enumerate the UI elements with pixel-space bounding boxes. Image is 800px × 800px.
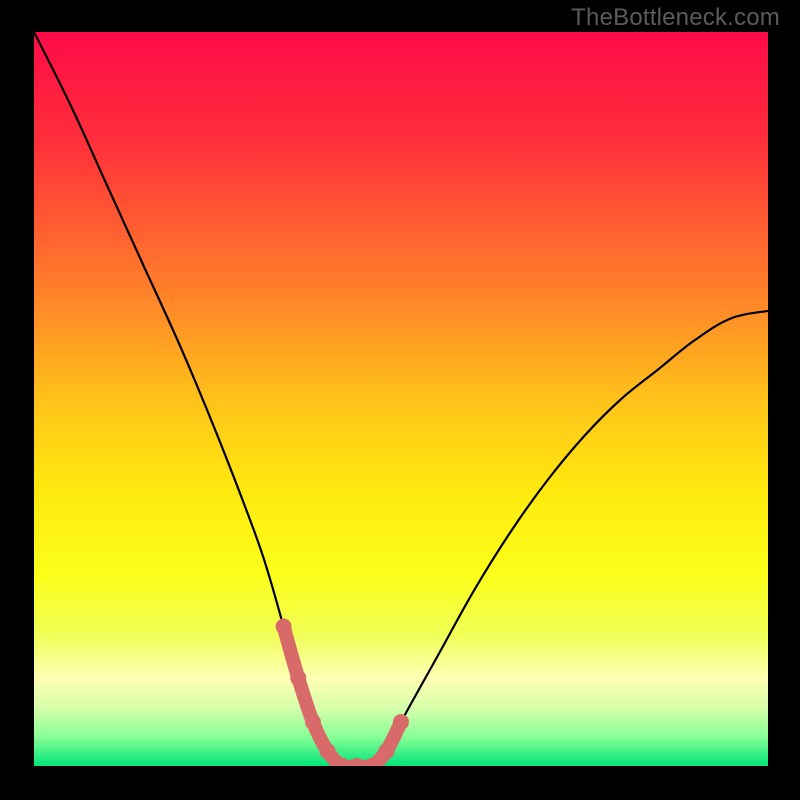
chart-svg [34, 32, 768, 766]
chart-frame: TheBottleneck.com [0, 0, 800, 800]
watermark-text: TheBottleneck.com [571, 4, 780, 32]
chart-plot-area [34, 32, 768, 766]
gradient-background [34, 32, 768, 766]
